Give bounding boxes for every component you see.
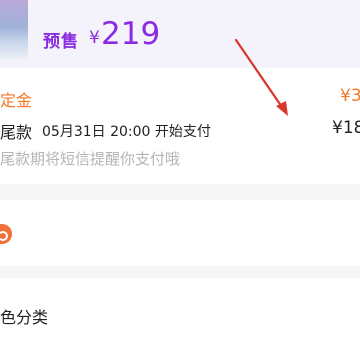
final-payment-label: 尾款 (0, 123, 33, 142)
price-currency: ¥ (89, 28, 100, 48)
price-value: 219 (101, 16, 161, 52)
product-thumbnail[interactable] (0, 0, 28, 60)
sms-reminder-note: 尾款期将短信提醒你支付哦 (0, 150, 181, 168)
presale-label: 预售 (43, 32, 79, 52)
section-divider-2 (0, 266, 360, 278)
color-category-label[interactable]: 色分类 (0, 304, 48, 328)
final-payment-amount: ¥18 (332, 118, 360, 138)
deposit-amount: ¥3 (340, 86, 360, 106)
final-payment-time: 05月31日 20:00 开始支付 (42, 124, 211, 140)
orange-circle-icon[interactable] (0, 224, 12, 244)
deposit-label: 定金 (0, 91, 33, 110)
section-divider (0, 184, 360, 200)
